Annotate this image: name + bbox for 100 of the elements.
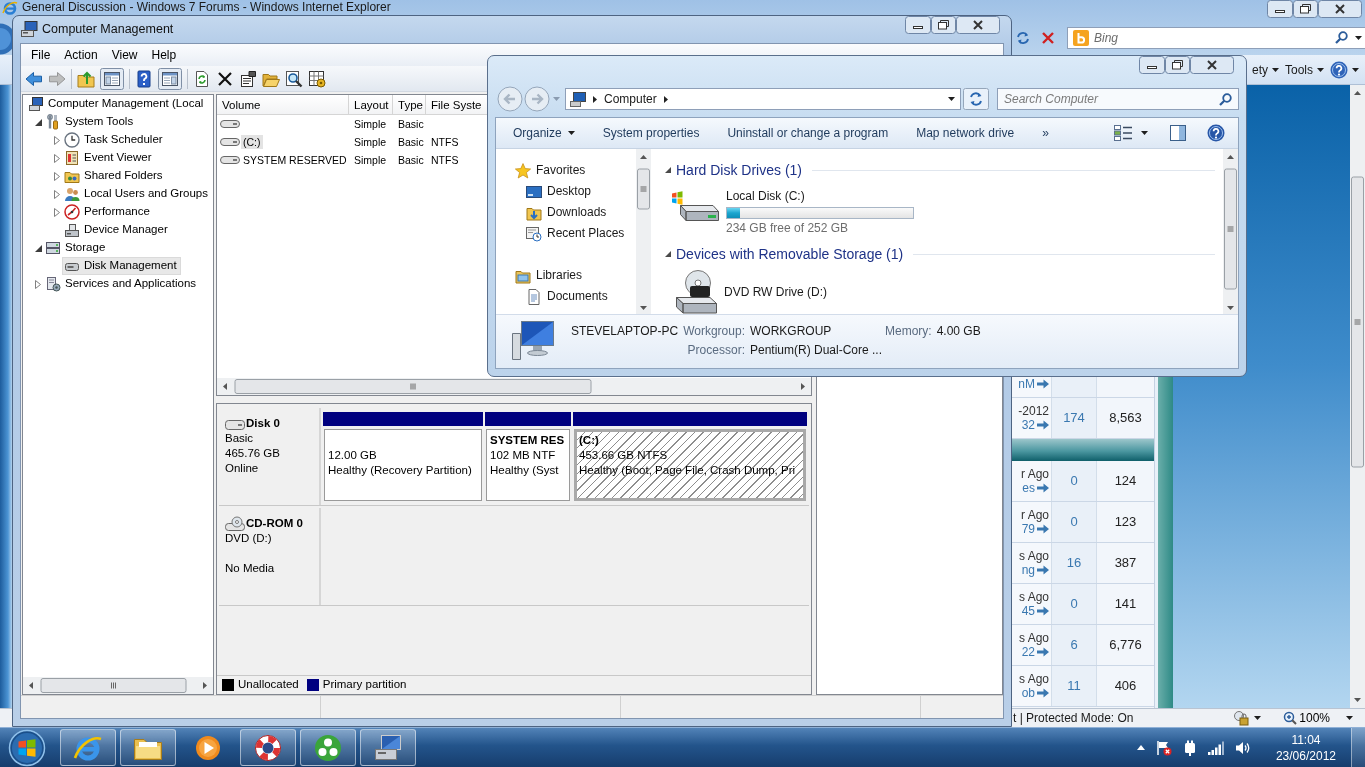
arrow-right-icon[interactable]: [1037, 606, 1049, 616]
expand-arrow-icon[interactable]: [54, 189, 60, 199]
magnifier-icon[interactable]: [285, 69, 303, 88]
tree-item[interactable]: Task Scheduler: [62, 131, 167, 149]
hard-drive-icon[interactable]: [670, 188, 720, 222]
close-button[interactable]: [1190, 56, 1234, 74]
expand-arrow-icon[interactable]: [54, 135, 60, 145]
link-text[interactable]: nM: [1018, 377, 1035, 391]
restore-button[interactable]: [1165, 56, 1190, 74]
caret-icon[interactable]: [1254, 716, 1262, 720]
vertical-scrollbar[interactable]: [636, 149, 651, 316]
start-button[interactable]: [6, 728, 48, 767]
nav-item[interactable]: Recent Places: [526, 223, 636, 244]
search-icon[interactable]: [1335, 31, 1348, 44]
toolbar-button[interactable]: Map network drive: [902, 121, 1029, 145]
list-view-icon[interactable]: [1114, 125, 1132, 141]
arrow-right-icon[interactable]: [1037, 483, 1049, 493]
tree-item[interactable]: Shared Folders: [62, 167, 167, 185]
search-icon[interactable]: [1219, 92, 1232, 106]
tree-item[interactable]: Storage: [43, 239, 110, 257]
flag-icon[interactable]: [1155, 739, 1172, 756]
reply-count-link[interactable]: 11: [1052, 666, 1097, 706]
link-text[interactable]: ob: [1021, 686, 1035, 700]
menu-item[interactable]: View: [104, 46, 145, 64]
tree-item[interactable]: Event Viewer: [62, 149, 156, 167]
expand-arrow-icon[interactable]: [54, 153, 60, 163]
menu-item[interactable]: Help: [144, 46, 184, 64]
signal-icon[interactable]: [1207, 740, 1224, 755]
tree-item[interactable]: Local Users and Groups: [62, 185, 212, 203]
column-header[interactable]: File Syste: [426, 95, 483, 114]
delete-icon[interactable]: [216, 69, 234, 88]
grid-gear-icon[interactable]: [308, 69, 326, 88]
horizontal-scrollbar[interactable]: [23, 677, 213, 694]
triangle-icon[interactable]: [665, 251, 671, 257]
refresh-icon[interactable]: [193, 69, 211, 88]
left-pane-icon[interactable]: [100, 67, 124, 90]
collapse-arrow-icon[interactable]: [34, 118, 42, 126]
reply-count-link[interactable]: 174: [1052, 398, 1097, 438]
group-header[interactable]: Devices with Removable Storage (1): [676, 245, 904, 263]
column-header[interactable]: Layout: [349, 95, 393, 114]
show-desktop-button[interactable]: [1351, 728, 1365, 767]
reply-count-link[interactable]: 0: [1052, 461, 1097, 501]
link-text[interactable]: 22: [1021, 645, 1035, 659]
toolbar-button[interactable]: »: [1028, 121, 1063, 145]
restore-button[interactable]: [931, 16, 956, 34]
arrow-right-icon[interactable]: [1037, 688, 1049, 698]
plug-icon[interactable]: [1182, 739, 1197, 756]
toolbar-button[interactable]: Uninstall or change a program: [713, 121, 903, 145]
triangle-up-icon[interactable]: [1136, 745, 1145, 750]
taskbar-button[interactable]: [300, 729, 356, 766]
horizontal-scrollbar[interactable]: [217, 378, 811, 395]
expand-arrow-icon[interactable]: [35, 279, 41, 289]
taskbar-button[interactable]: [240, 729, 296, 766]
partition[interactable]: SYSTEM RES 102 MB NTF Healthy (Syst: [486, 429, 570, 501]
column-header[interactable]: Type: [393, 95, 426, 114]
search-box[interactable]: Bing: [1067, 26, 1365, 49]
drive-name[interactable]: Local Disk (C:): [726, 189, 914, 204]
menu-button[interactable]: ety: [1248, 58, 1282, 81]
toolbar-button[interactable]: Organize: [499, 121, 589, 145]
menu-item[interactable]: File: [24, 46, 58, 64]
menu-button[interactable]: Tools: [1282, 58, 1327, 81]
folder-up-icon[interactable]: [77, 69, 95, 88]
menu-item[interactable]: Action: [57, 46, 105, 64]
tree-item[interactable]: Device Manager: [62, 221, 172, 239]
minimize-button[interactable]: [905, 16, 931, 34]
close-button[interactable]: [1318, 0, 1362, 18]
nav-item[interactable]: Documents: [526, 286, 636, 307]
minimize-button[interactable]: [1267, 0, 1293, 18]
clock-time[interactable]: 11:04: [1291, 731, 1321, 748]
taskbar-button[interactable]: [120, 729, 176, 766]
search-field[interactable]: Search Computer: [1004, 91, 1219, 107]
group-header[interactable]: Hard Disk Drives (1): [676, 161, 802, 179]
caret-icon[interactable]: [948, 97, 955, 101]
nav-item[interactable]: Favorites: [515, 160, 636, 181]
taskbar-button[interactable]: [60, 729, 116, 766]
caret-icon[interactable]: [1355, 35, 1362, 40]
refresh-icon[interactable]: [1015, 29, 1031, 46]
toolbar-button[interactable]: System properties: [588, 121, 714, 145]
caret-icon[interactable]: [1141, 131, 1148, 135]
tree-item[interactable]: Services and Applications: [43, 275, 201, 293]
help-icon[interactable]: [1207, 124, 1225, 142]
link-text[interactable]: 45: [1021, 604, 1035, 618]
reply-count-link[interactable]: 16: [1052, 543, 1097, 583]
expand-arrow-icon[interactable]: [54, 207, 60, 217]
nav-item[interactable]: Desktop: [526, 181, 636, 202]
arrow-right-icon[interactable]: [1037, 565, 1049, 575]
nav-item[interactable]: Downloads: [526, 202, 636, 223]
vertical-scrollbar[interactable]: [1350, 85, 1365, 708]
arrow-right-icon[interactable]: [1037, 379, 1049, 389]
help-icon[interactable]: [135, 69, 153, 88]
refresh-button[interactable]: [963, 88, 989, 110]
close-button[interactable]: [956, 16, 1000, 34]
zoom-button[interactable]: 100%: [1283, 711, 1353, 725]
minimize-button[interactable]: [1139, 56, 1165, 74]
address-bar[interactable]: Computer: [565, 88, 961, 110]
breadcrumb[interactable]: Computer: [604, 91, 657, 107]
pane-icon[interactable]: [1170, 125, 1186, 141]
vertical-scrollbar[interactable]: [1223, 149, 1238, 316]
x-icon[interactable]: [1041, 30, 1055, 45]
tree-item[interactable]: System Tools: [43, 113, 138, 131]
